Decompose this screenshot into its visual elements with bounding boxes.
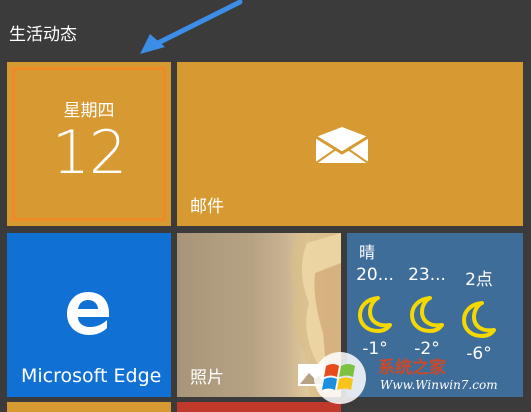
watermark-url: Www.Winwin7.com — [380, 378, 498, 392]
mail-label: 邮件 — [190, 197, 224, 217]
moon-icon — [410, 296, 444, 333]
windows-logo-icon — [314, 352, 366, 404]
site-watermark: 系统之家 Www.Winwin7.com — [300, 348, 531, 407]
photos-label: 照片 — [190, 368, 224, 388]
partial-tile[interactable] — [7, 402, 171, 412]
calendar-date: 12 — [51, 118, 127, 188]
weather-time: 20... — [356, 265, 394, 285]
edge-tile[interactable]: Microsoft Edge — [7, 233, 171, 397]
moon-icon — [358, 296, 392, 333]
group-title: 生活动态 — [9, 25, 77, 45]
mail-tile[interactable]: 邮件 — [177, 62, 523, 226]
watermark-text: 系统之家 — [378, 358, 446, 378]
weather-time: 23... — [408, 265, 446, 285]
weather-column: 20... -1° — [351, 265, 399, 359]
weather-condition: 晴 — [359, 243, 376, 262]
calendar-tile[interactable]: 星期四 12 — [7, 62, 171, 226]
mail-icon — [315, 127, 369, 164]
edge-label: Microsoft Edge — [21, 365, 162, 387]
annotation-arrow — [140, 0, 243, 54]
weather-time: 2点 — [465, 270, 493, 290]
edge-icon — [67, 292, 109, 335]
moon-icon — [462, 301, 496, 338]
weather-column: 23... -2° — [403, 265, 451, 359]
